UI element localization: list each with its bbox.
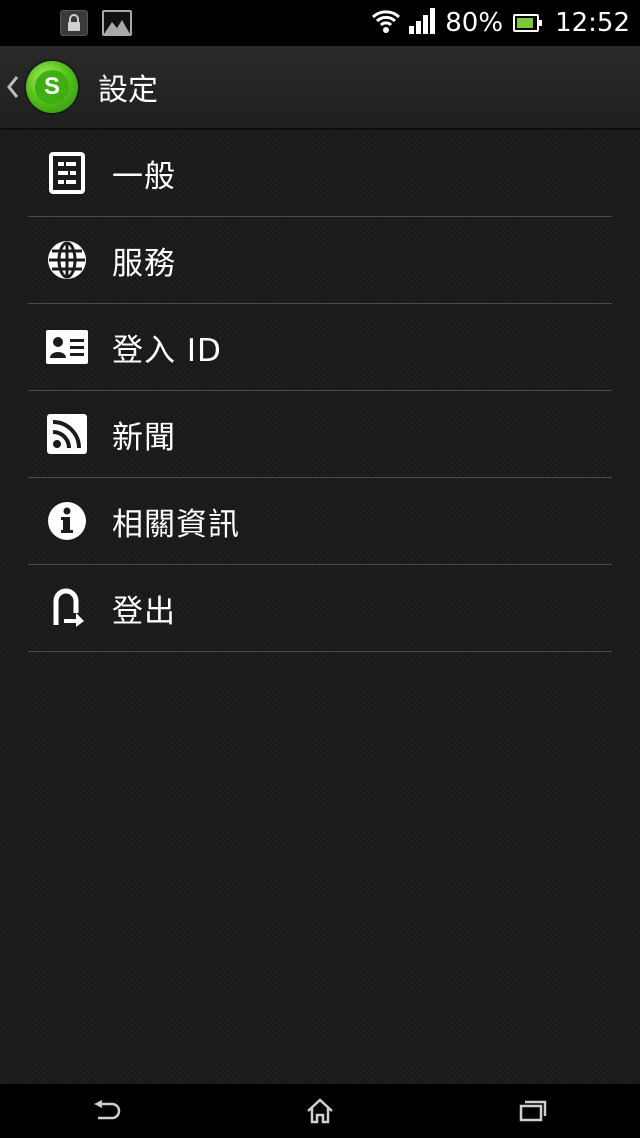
menu-item-services[interactable]: 服務	[28, 217, 612, 304]
up-navigation-button[interactable]: S	[0, 45, 88, 129]
recent-apps-button[interactable]	[473, 1084, 593, 1138]
menu-item-label: 登出	[112, 593, 176, 630]
status-bar: 80% 12:52	[0, 0, 640, 46]
info-icon	[46, 500, 88, 542]
wifi-icon	[371, 8, 401, 38]
menu-item-login-id[interactable]: 登入 ID	[28, 304, 612, 391]
settings-menu-list: 一般 服務 登入 ID 新聞 相關資訊 登出	[28, 130, 612, 652]
battery-level	[517, 18, 534, 28]
image-icon	[102, 10, 132, 36]
action-bar: S 設定	[0, 46, 640, 130]
globe-icon	[46, 239, 88, 281]
navigation-bar	[0, 1084, 640, 1138]
system-status: 80% 12:52	[371, 0, 630, 46]
home-icon	[307, 1098, 333, 1124]
menu-item-general[interactable]: 一般	[28, 130, 612, 217]
menu-item-label: 相關資訊	[112, 506, 240, 543]
home-button[interactable]	[260, 1084, 380, 1138]
menu-item-label: 服務	[112, 245, 176, 282]
lock-icon	[60, 10, 88, 36]
app-logo-letter: S	[35, 70, 69, 104]
chevron-left-icon	[7, 76, 19, 98]
back-button[interactable]	[47, 1084, 167, 1138]
rss-icon	[46, 413, 88, 455]
signal-icon	[409, 8, 437, 38]
general-settings-icon	[46, 152, 88, 194]
id-card-icon	[46, 326, 88, 368]
settings-screen: 80% 12:52 S 設定 一般 服務 登入 ID 新聞 相關資訊 登出	[0, 0, 640, 1138]
menu-item-label: 新聞	[112, 419, 176, 456]
menu-item-label: 一般	[112, 158, 176, 195]
page-title: 設定	[98, 73, 158, 108]
app-logo: S	[26, 61, 78, 113]
menu-item-news[interactable]: 新聞	[28, 391, 612, 478]
notification-icons	[0, 10, 132, 36]
back-icon	[93, 1100, 120, 1120]
menu-item-logout[interactable]: 登出	[28, 565, 612, 652]
logout-icon	[46, 587, 88, 629]
battery-icon	[513, 14, 543, 32]
menu-item-about[interactable]: 相關資訊	[28, 478, 612, 565]
clock: 12:52	[555, 8, 630, 38]
recent-apps-icon	[520, 1100, 547, 1122]
menu-item-label: 登入 ID	[112, 332, 222, 369]
battery-percent: 80%	[445, 8, 504, 38]
